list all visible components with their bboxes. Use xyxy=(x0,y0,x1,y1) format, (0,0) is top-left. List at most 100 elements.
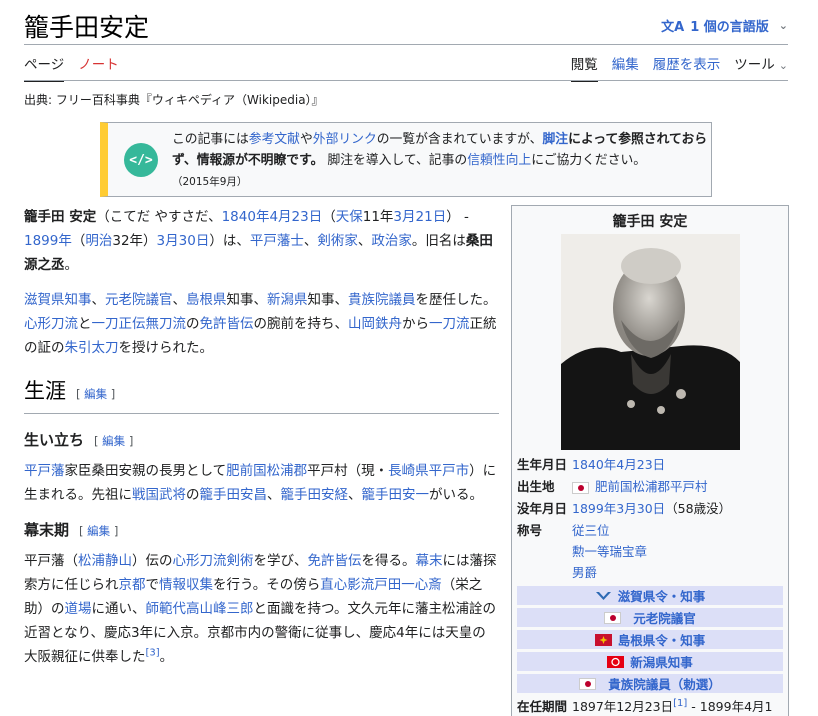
text: の一覧が含まれていますが、 xyxy=(376,132,543,147)
link-menkyo-kaiden[interactable]: 免許皆伝 xyxy=(200,316,254,332)
link-house-of-peers[interactable]: 貴族院議員 xyxy=(348,292,416,308)
title-order[interactable]: 勲一等瑞宝章 xyxy=(572,544,647,559)
tools-menu[interactable]: ツール ⌄ xyxy=(734,53,788,80)
tab-read[interactable]: 閲覧 xyxy=(570,53,598,82)
link-mar30[interactable]: 3月30日 xyxy=(157,233,210,249)
link-shubiki-tachi[interactable]: 朱引太刀 xyxy=(65,340,119,356)
link-matsura[interactable]: 松浦郡 xyxy=(267,463,308,479)
link-bakumatsu[interactable]: 幕末 xyxy=(416,553,443,569)
portrait-image[interactable] xyxy=(561,234,740,450)
link-yamaoka[interactable]: 山岡鉄舟 xyxy=(348,316,402,332)
term-end: - 1899年4月1 xyxy=(687,699,773,714)
link-kyoto[interactable]: 京都 xyxy=(119,577,146,593)
lead-paragraph-2: 滋賀県知事、元老院議官、島根県知事、新潟県知事、貴族院議員を歴任した。心形刀流と… xyxy=(24,288,499,360)
edit-link[interactable]: 編集 xyxy=(102,434,125,448)
birthplace-link[interactable]: 肥前国松浦郡平戸村 xyxy=(595,479,708,494)
tab-edit[interactable]: 編集 xyxy=(612,53,639,80)
office-band-shiga[interactable]: 滋賀県令・知事 xyxy=(517,586,783,605)
language-button[interactable]: 文A 1 個の言語版 ⌄ xyxy=(661,16,788,35)
death-row: 没年月日 1899年3月30日（58歳没） xyxy=(517,498,783,520)
link-reliability[interactable]: 信頼性向上 xyxy=(467,153,531,168)
link-1840[interactable]: 1840年 xyxy=(222,209,270,225)
birth-date-link[interactable]: 1840年4月23日 xyxy=(572,457,665,472)
subject-name: 籠手田 安定 xyxy=(24,209,97,225)
link-dojo[interactable]: 道場 xyxy=(65,601,92,617)
link-shingyoto-ryu[interactable]: 心形刀流 xyxy=(24,316,78,332)
niigata-flag-icon xyxy=(607,655,625,668)
link-swordsman[interactable]: 剣術家 xyxy=(317,233,358,249)
reference-1[interactable]: [1] xyxy=(673,698,687,709)
link-nagasaki[interactable]: 長崎県 xyxy=(388,463,429,479)
text: を歴任した。 xyxy=(415,292,497,308)
edit-section: [ 編集 ] xyxy=(76,387,116,401)
link-hizen[interactable]: 肥前国 xyxy=(226,463,267,479)
link-genroin[interactable]: 元老院議官 xyxy=(105,292,173,308)
link-toda[interactable]: 戸田一心斎 xyxy=(374,577,442,593)
link-hirado-domain[interactable]: 平戸藩 xyxy=(24,463,65,479)
link-footnotes[interactable]: 脚注 xyxy=(542,132,568,147)
term-label: 在任期間 xyxy=(517,699,568,714)
link-kenjutsu[interactable]: 剣術 xyxy=(227,553,254,569)
link-tenpo[interactable]: 天保 xyxy=(336,209,363,225)
link-1899[interactable]: 1899年 xyxy=(24,233,72,249)
link-shihandai[interactable]: 師範代 xyxy=(146,601,187,617)
link-shingyoto-ryu[interactable]: 心形刀流 xyxy=(173,553,227,569)
birthplace-label: 出生地 xyxy=(517,479,555,494)
link-niigata[interactable]: 新潟県 xyxy=(267,292,308,308)
link-yasukazu[interactable]: 籠手田安一 xyxy=(362,487,430,503)
link-shiga-governor[interactable]: 滋賀県知事 xyxy=(24,292,92,308)
link-seizan[interactable]: 松浦静山 xyxy=(78,553,132,569)
office-band-peers[interactable]: 貴族院議員（勅選） xyxy=(517,674,783,693)
tab-history[interactable]: 履歴を表示 xyxy=(653,53,721,80)
paragraph-bakumatsu: 平戸藩（松浦静山）伝の心形刀流剣術を学び、免許皆伝を得る。幕末には藩探索方に任じ… xyxy=(24,549,499,669)
office-band-genroin[interactable]: 元老院議官 xyxy=(517,608,783,627)
link-intelligence[interactable]: 情報収集 xyxy=(159,577,213,593)
link-apr23[interactable]: 4月23日 xyxy=(269,209,322,225)
link-yasumasa[interactable]: 籠手田安昌 xyxy=(200,487,268,503)
term-row: 在任期間 1897年12月23日[1] - 1899年4月1 xyxy=(517,696,783,716)
office-band-niigata[interactable]: 新潟県知事 xyxy=(517,652,783,671)
link-yasutsune[interactable]: 籠手田安経 xyxy=(281,487,349,503)
text: 、 xyxy=(172,292,187,308)
link-politician[interactable]: 政治家 xyxy=(371,233,412,249)
heading-text: 生い立ち xyxy=(24,431,85,449)
reference-3[interactable]: [3] xyxy=(146,648,160,659)
heading-text: 生涯 xyxy=(24,379,66,403)
text: に通い、 xyxy=(91,601,146,617)
link-external[interactable]: 外部リンク xyxy=(313,132,377,147)
link-hirado-retainer[interactable]: 平戸藩士 xyxy=(250,233,304,249)
link-meiji[interactable]: 明治 xyxy=(85,233,112,249)
infobox-rows: 生年月日 1840年4月23日 出生地 肥前国松浦郡平戸村 没年月日 1899年… xyxy=(517,454,783,716)
term-start: 1897年12月23日 xyxy=(572,699,674,714)
text: で xyxy=(145,577,160,593)
link-menkyo-kaiden[interactable]: 免許皆伝 xyxy=(308,553,362,569)
tab-talk[interactable]: ノート xyxy=(78,53,119,82)
text: 32年） xyxy=(112,233,157,249)
link-shimane[interactable]: 島根県 xyxy=(186,292,227,308)
death-date-link[interactable]: 1899年3月30日 xyxy=(572,501,665,516)
link-sengoku[interactable]: 戦国武将 xyxy=(132,487,186,503)
edit-link[interactable]: 編集 xyxy=(84,387,107,401)
text: 脚注を導入して、記事の xyxy=(323,153,468,168)
tab-page[interactable]: ページ xyxy=(24,53,65,82)
title-rank[interactable]: 従三位 xyxy=(572,523,610,538)
link-itto-shoden[interactable]: 一刀正伝無刀流 xyxy=(92,316,187,332)
section-heading-early: 生い立ち [ 編集 ] xyxy=(24,428,499,453)
house-of-peers-link[interactable]: 貴族院議員（勅選） xyxy=(608,674,721,693)
edit-link[interactable]: 編集 xyxy=(87,524,110,538)
text: 。 xyxy=(64,257,79,273)
shimane-flag-icon xyxy=(594,633,612,646)
office-band-shimane[interactable]: 島根県令・知事 xyxy=(517,630,783,649)
text: を授けられた。 xyxy=(118,340,214,356)
link-takayama[interactable]: 高山峰三郎 xyxy=(186,601,254,617)
link-itto-ryu[interactable]: 一刀流 xyxy=(429,316,470,332)
text: 、 xyxy=(303,233,318,249)
birth-label: 生年月日 xyxy=(517,457,568,472)
link-references[interactable]: 参考文献 xyxy=(249,132,300,147)
link-mar21[interactable]: 3月21日 xyxy=(393,209,446,225)
title-baron[interactable]: 男爵 xyxy=(572,565,597,580)
link-jikishinkage[interactable]: 直心影流 xyxy=(320,577,374,593)
link-hirado-city[interactable]: 平戸市 xyxy=(429,463,470,479)
translate-icon: 文A xyxy=(661,20,685,35)
text: 、 xyxy=(91,292,106,308)
